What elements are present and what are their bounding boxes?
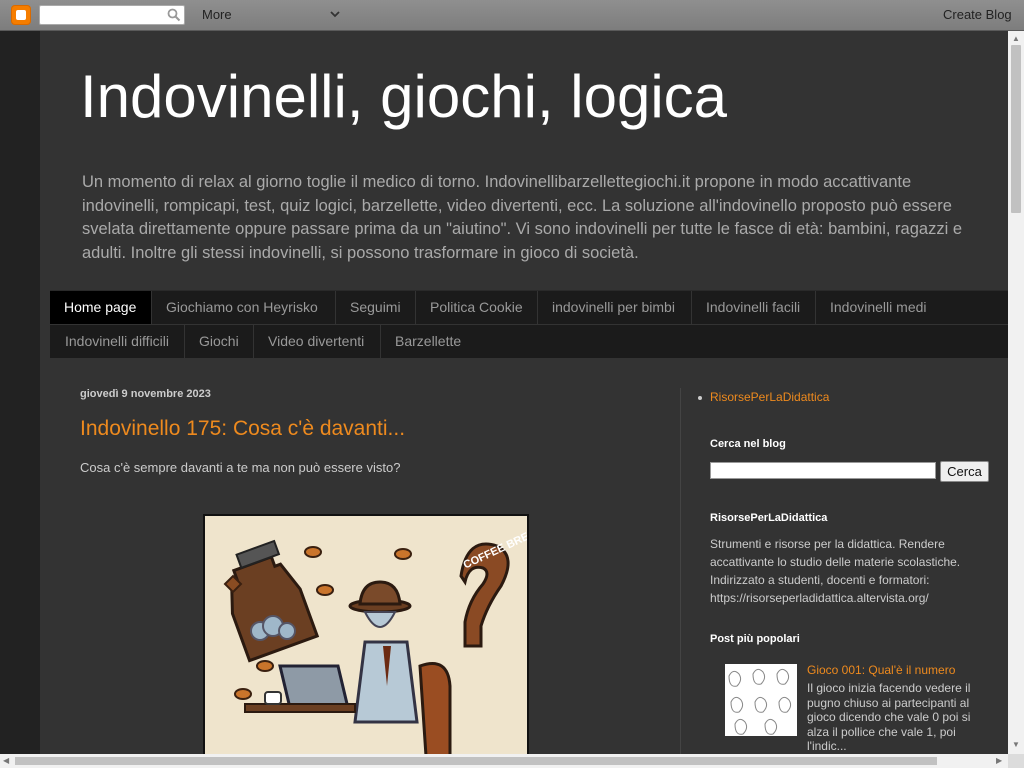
scrollbar-corner bbox=[1008, 754, 1024, 768]
scroll-up-arrow-icon[interactable]: ▲ bbox=[1012, 34, 1020, 43]
column-divider bbox=[680, 388, 681, 754]
search-button[interactable]: Cerca bbox=[940, 461, 989, 482]
navbar-search-input[interactable] bbox=[39, 5, 185, 25]
post-image[interactable]: COFFEE BREAK bbox=[203, 514, 529, 768]
tab-giochi[interactable]: Giochi bbox=[185, 325, 254, 358]
more-menu[interactable]: More bbox=[202, 7, 232, 22]
search-heading: Cerca nel blog bbox=[710, 438, 786, 450]
search-icon[interactable] bbox=[167, 8, 181, 22]
popular-post-title[interactable]: Gioco 001: Qual'è il numero bbox=[807, 663, 955, 677]
pages-tabs: Home page Giochiamo con Heyrisko Seguimi… bbox=[50, 290, 1008, 358]
blog-search-input[interactable] bbox=[710, 462, 936, 479]
blog-title[interactable]: Indovinelli, giochi, logica bbox=[80, 62, 727, 131]
scroll-down-arrow-icon[interactable]: ▼ bbox=[1012, 740, 1020, 749]
horizontal-scroll-thumb[interactable] bbox=[15, 757, 937, 765]
blogger-logo-icon[interactable] bbox=[11, 5, 31, 25]
tab-video-divertenti[interactable]: Video divertenti bbox=[254, 325, 381, 358]
tab-home-page[interactable]: Home page bbox=[50, 291, 152, 324]
blogger-navbar: More Create Blog bbox=[0, 0, 1024, 31]
tab-seguimi[interactable]: Seguimi bbox=[336, 291, 416, 324]
chevron-down-icon[interactable] bbox=[329, 8, 341, 20]
left-margin bbox=[0, 31, 40, 754]
about-heading: RisorsePerLaDidattica bbox=[710, 512, 828, 524]
tab-indovinelli-medi[interactable]: Indovinelli medi bbox=[816, 291, 942, 324]
tab-indovinelli-difficili[interactable]: Indovinelli difficili bbox=[51, 325, 185, 358]
coffee-break-illustration: COFFEE BREAK bbox=[205, 516, 527, 766]
popular-post-thumbnail[interactable] bbox=[725, 664, 797, 736]
post-title[interactable]: Indovinello 175: Cosa c'è davanti... bbox=[80, 417, 405, 441]
popular-posts-heading: Post più popolari bbox=[710, 633, 800, 645]
tab-giochiamo-con-heyrisko[interactable]: Giochiamo con Heyrisko bbox=[152, 291, 336, 324]
post-date: giovedì 9 novembre 2023 bbox=[80, 388, 211, 400]
scroll-right-arrow-icon[interactable]: ▶ bbox=[996, 756, 1002, 765]
blog-description: Un momento di relax al giorno toglie il … bbox=[82, 173, 963, 262]
about-text: Strumenti e risorse per la didattica. Re… bbox=[710, 537, 961, 605]
scroll-left-arrow-icon[interactable]: ◀ bbox=[3, 756, 9, 765]
tab-indovinelli-facili[interactable]: Indovinelli facili bbox=[692, 291, 816, 324]
post-body-text: Cosa c'è sempre davanti a te ma non può … bbox=[80, 460, 401, 475]
tab-indovinelli-per-bimbi[interactable]: indovinelli per bimbi bbox=[538, 291, 692, 324]
tab-barzellette[interactable]: Barzellette bbox=[381, 325, 478, 358]
vertical-scrollbar[interactable]: ▲ ▼ bbox=[1008, 31, 1024, 754]
tab-politica-cookie[interactable]: Politica Cookie bbox=[416, 291, 538, 324]
sidebar-link-risorse[interactable]: RisorsePerLaDidattica bbox=[697, 390, 829, 404]
hand-gestures-image bbox=[728, 668, 792, 735]
popular-post-snippet: Il gioco inizia facendo vedere il pugno … bbox=[807, 681, 971, 753]
create-blog-link[interactable]: Create Blog bbox=[943, 7, 1012, 22]
vertical-scroll-thumb[interactable] bbox=[1011, 45, 1021, 213]
horizontal-scrollbar[interactable]: ◀ ▶ bbox=[0, 754, 1008, 768]
